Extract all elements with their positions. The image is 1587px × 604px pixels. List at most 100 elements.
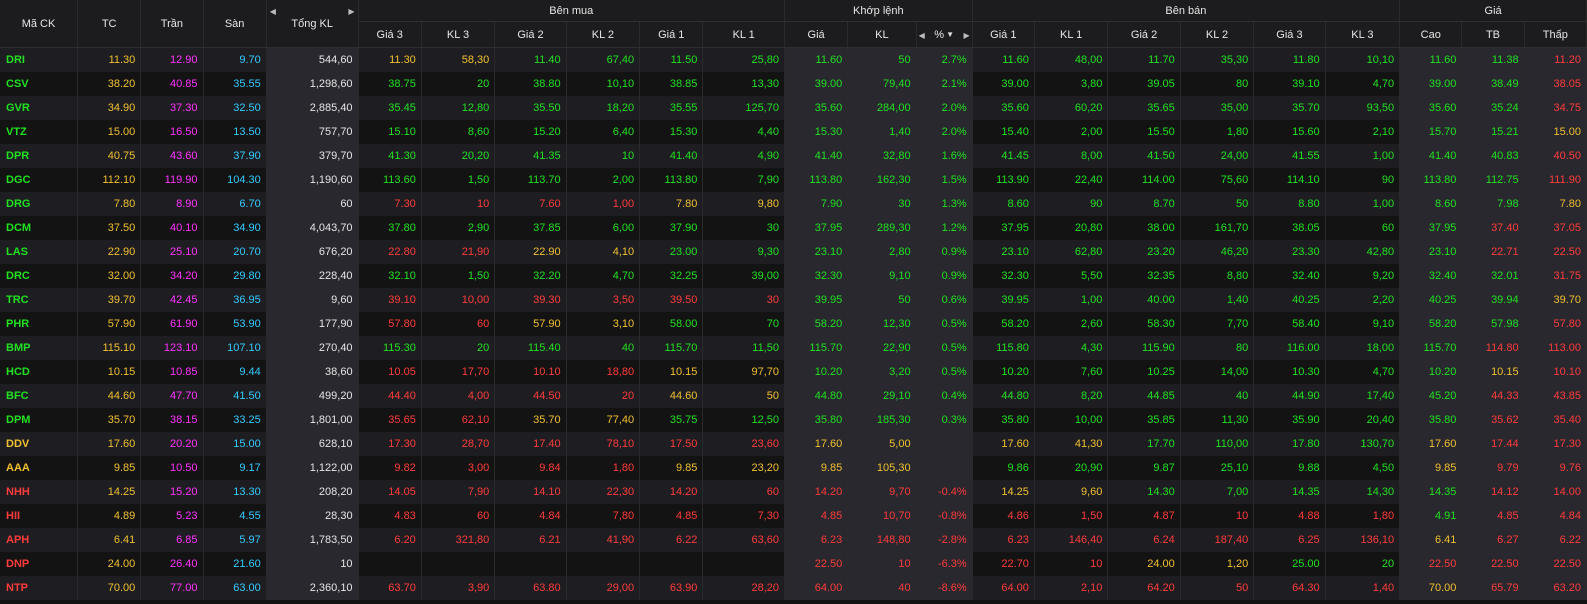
col-match-kl[interactable]: KL	[847, 21, 917, 48]
sell-price-3[interactable]: 11.80	[1253, 47, 1326, 72]
table-row[interactable]: DPR 40.75 43.60 37.90 379,70 41.30 20,20 41.35 1…	[0, 143, 1587, 168]
sell-price-1[interactable]: 11.60	[972, 47, 1035, 72]
sell-price-1[interactable]: 32.30	[972, 263, 1035, 288]
col-match-gia[interactable]: Giá	[784, 21, 849, 48]
buy-price-3[interactable]: 44.40	[358, 383, 422, 408]
table-row[interactable]: DCM 37.50 40.10 34.90 4,043,70 37.80 2,90 37.85…	[0, 215, 1587, 240]
sell-price-2[interactable]: 6.24	[1107, 527, 1181, 552]
sell-price-2[interactable]: 35.85	[1107, 407, 1181, 432]
sell-price-1[interactable]: 15.40	[972, 119, 1035, 144]
table-row[interactable]: DNP 24.00 26.40 21.60 10 22.50 10 -6.3% 22.70 10 2…	[0, 551, 1587, 576]
sell-price-1[interactable]: 22.70	[972, 551, 1035, 576]
sell-price-1[interactable]: 39.95	[972, 287, 1035, 312]
col-buy-gia3[interactable]: Giá 3	[358, 21, 422, 48]
col-sell-kl3[interactable]: KL 3	[1325, 21, 1401, 48]
buy-price-2[interactable]: 63.80	[494, 575, 567, 600]
ticker-symbol[interactable]: DCM	[0, 215, 79, 240]
buy-price-1[interactable]: 58.00	[639, 311, 704, 336]
sell-price-1[interactable]: 23.10	[972, 239, 1035, 264]
buy-price-2[interactable]: 14.10	[494, 479, 567, 504]
ticker-symbol[interactable]: TRC	[0, 287, 79, 312]
sell-price-1[interactable]: 14.25	[972, 479, 1035, 504]
ticker-symbol[interactable]: VTZ	[0, 119, 79, 144]
buy-price-1[interactable]: 39.50	[639, 287, 704, 312]
buy-price-2[interactable]: 11.40	[494, 47, 567, 72]
sell-price-2[interactable]: 24.00	[1107, 551, 1181, 576]
sell-price-2[interactable]: 44.85	[1107, 383, 1181, 408]
sell-price-3[interactable]: 44.90	[1253, 383, 1326, 408]
buy-price-2[interactable]: 10.10	[494, 359, 567, 384]
buy-price-3[interactable]: 15.10	[358, 119, 422, 144]
sell-price-3[interactable]: 40.25	[1253, 287, 1326, 312]
buy-price-2[interactable]: 57.90	[494, 311, 567, 336]
sell-price-2[interactable]: 9.87	[1107, 455, 1181, 480]
sell-price-2[interactable]: 115.90	[1107, 335, 1181, 360]
sell-price-2[interactable]: 14.30	[1107, 479, 1181, 504]
col-cao[interactable]: Cao	[1399, 21, 1463, 48]
sell-price-2[interactable]: 58.30	[1107, 311, 1181, 336]
col-tb[interactable]: TB	[1461, 21, 1525, 48]
buy-price-2[interactable]	[494, 551, 567, 576]
ticker-symbol[interactable]: CSV	[0, 71, 79, 96]
ticker-symbol[interactable]: NTP	[0, 575, 79, 600]
buy-price-1[interactable]: 63.90	[639, 575, 704, 600]
buy-price-3[interactable]: 57.80	[358, 311, 422, 336]
buy-price-3[interactable]: 115.30	[358, 335, 422, 360]
sell-price-2[interactable]: 23.20	[1107, 239, 1181, 264]
col-buy-gia1[interactable]: Giá 1	[639, 21, 704, 48]
buy-price-1[interactable]: 32.25	[639, 263, 704, 288]
sell-price-1[interactable]: 10.20	[972, 359, 1035, 384]
buy-price-3[interactable]: 7.30	[358, 191, 422, 216]
sell-price-1[interactable]: 35.80	[972, 407, 1035, 432]
sell-price-3[interactable]: 35.90	[1253, 407, 1326, 432]
buy-price-1[interactable]: 11.50	[639, 47, 704, 72]
ticker-symbol[interactable]: AAA	[0, 455, 79, 480]
sell-price-2[interactable]: 10.25	[1107, 359, 1181, 384]
buy-price-1[interactable]: 113.80	[639, 167, 704, 192]
ticker-symbol[interactable]: PHR	[0, 311, 79, 336]
ticker-symbol[interactable]: DDV	[0, 431, 79, 456]
buy-price-2[interactable]: 38.80	[494, 71, 567, 96]
table-row[interactable]: DRG 7.80 8.90 6.70 60 7.30 10 7.60 1,00 7.80 9,80 7…	[0, 191, 1587, 216]
ticker-symbol[interactable]: DNP	[0, 551, 79, 576]
sell-price-3[interactable]: 116.00	[1253, 335, 1326, 360]
buy-price-1[interactable]: 15.30	[639, 119, 704, 144]
sell-price-3[interactable]: 58.40	[1253, 311, 1326, 336]
buy-price-1[interactable]: 10.15	[639, 359, 704, 384]
buy-price-2[interactable]: 17.40	[494, 431, 567, 456]
buy-price-2[interactable]: 15.20	[494, 119, 567, 144]
buy-price-2[interactable]: 115.40	[494, 335, 567, 360]
ticker-symbol[interactable]: HCD	[0, 359, 79, 384]
col-buy-kl2[interactable]: KL 2	[566, 21, 641, 48]
sell-price-1[interactable]: 64.00	[972, 575, 1035, 600]
sell-price-3[interactable]: 10.30	[1253, 359, 1326, 384]
sell-price-3[interactable]: 15.60	[1253, 119, 1326, 144]
col-sell-gia3[interactable]: Giá 3	[1253, 21, 1326, 48]
buy-price-3[interactable]: 35.45	[358, 95, 422, 120]
sell-price-2[interactable]: 38.00	[1107, 215, 1181, 240]
col-sell-gia1[interactable]: Giá 1	[972, 21, 1035, 48]
buy-price-2[interactable]: 35.70	[494, 407, 567, 432]
ticker-symbol[interactable]: APH	[0, 527, 79, 552]
sell-price-2[interactable]: 8.70	[1107, 191, 1181, 216]
table-row[interactable]: DRI 11.30 12.90 9.70 544,60 11.30 58,30 11.40 67…	[0, 47, 1587, 72]
sell-price-2[interactable]: 41.50	[1107, 143, 1181, 168]
table-row[interactable]: DDV 17.60 20.20 15.00 628,10 17.30 28,70 17.40 7…	[0, 431, 1587, 456]
buy-price-1[interactable]: 38.85	[639, 71, 704, 96]
ticker-symbol[interactable]: DPM	[0, 407, 79, 432]
caret-left-icon[interactable]: ◀	[919, 31, 925, 40]
table-row[interactable]: GVR 34.90 37.30 32.50 2,885,40 35.45 12,80 35.5…	[0, 95, 1587, 120]
ticker-symbol[interactable]: DPR	[0, 143, 79, 168]
sell-price-1[interactable]: 113.90	[972, 167, 1035, 192]
ticker-symbol[interactable]: DRG	[0, 191, 79, 216]
sell-price-2[interactable]: 40.00	[1107, 287, 1181, 312]
col-thap[interactable]: Thấp	[1524, 21, 1587, 48]
sell-price-1[interactable]: 17.60	[972, 431, 1035, 456]
table-row[interactable]: NHH 14.25 15.20 13.30 208,20 14.05 7,90 14.10 22…	[0, 479, 1587, 504]
buy-price-3[interactable]: 37.80	[358, 215, 422, 240]
buy-price-3[interactable]: 10.05	[358, 359, 422, 384]
sell-price-2[interactable]: 39.05	[1107, 71, 1181, 96]
buy-price-1[interactable]: 41.40	[639, 143, 704, 168]
sell-price-1[interactable]: 39.00	[972, 71, 1035, 96]
table-row[interactable]: HII 4.89 5.23 4.55 28,30 4.83 60 4.84 7,80 4.85 7,…	[0, 503, 1587, 528]
